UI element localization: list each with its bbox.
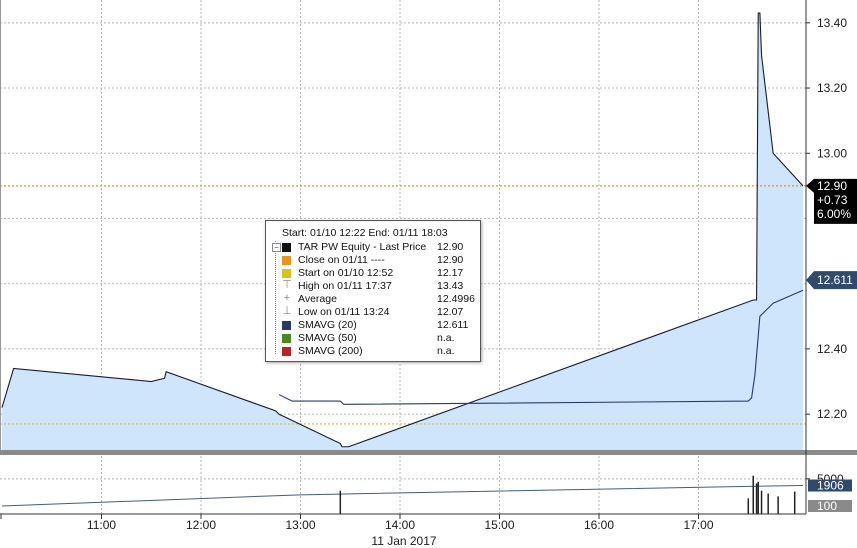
legend-item-label: Start on 01/10 12:52 xyxy=(298,267,394,279)
legend-item-label: SMAVG (20) xyxy=(298,319,357,331)
legend-item-label: High on 01/11 17:37 xyxy=(298,280,392,292)
legend-item-value: 12.90 xyxy=(437,241,464,253)
legend-item[interactable]: Close on 01/11 ---- 12.90 xyxy=(270,254,474,267)
legend-swatch-icon xyxy=(282,243,291,252)
legend-item-value: 12.4996 xyxy=(437,293,475,305)
legend-item-value: 12.07 xyxy=(437,306,464,318)
legend-item[interactable]: ⊤ High on 01/11 17:37 13.43 xyxy=(270,279,474,293)
price-tags: 12.90+0.736.00% 12.611 xyxy=(806,178,857,290)
legend-swatch-icon xyxy=(282,334,291,343)
x-tick-label: 11:00 xyxy=(87,518,116,532)
price-change-label: 6.00% xyxy=(817,207,851,221)
volume-average-line xyxy=(1,485,804,507)
y-tick-label: 13.40 xyxy=(817,16,847,30)
legend-item[interactable]: Start on 01/10 12:52 12.17 xyxy=(270,267,474,280)
legend-item-label: Average xyxy=(298,293,337,305)
legend-swatch-icon xyxy=(282,269,291,278)
legend-swatch-icon xyxy=(282,347,291,356)
legend-item-value: 12.90 xyxy=(437,254,464,266)
legend-item-label: Low on 01/11 13:24 xyxy=(298,306,390,318)
y-tick-label: 13.20 xyxy=(817,81,847,95)
legend-marker-icon: ⊤ xyxy=(282,279,292,291)
x-tick-label: 13:00 xyxy=(285,518,315,532)
legend-box[interactable]: Start: 01/10 12:22 End: 01/11 18:03 − TAR… xyxy=(265,220,481,362)
volume-tag-label: 100 xyxy=(817,499,837,513)
x-tick-label: 15:00 xyxy=(484,518,514,532)
legend-marker-icon: ⊥ xyxy=(282,305,292,317)
legend-item[interactable]: ⊥ Low on 01/11 13:24 12.07 xyxy=(270,305,474,319)
legend-item[interactable]: SMAVG (200) n.a. xyxy=(270,345,474,358)
volume-panel xyxy=(1,475,804,514)
legend-item-value: 12.17 xyxy=(437,267,464,279)
legend-swatch-icon xyxy=(282,321,291,330)
legend-marker-icon: + xyxy=(283,292,291,304)
date-label: 11 Jan 2017 xyxy=(371,534,436,548)
x-tick-label: 12:00 xyxy=(186,518,216,532)
y-tick-label: 12.20 xyxy=(817,407,847,421)
legend-item[interactable]: + Average 12.4996 xyxy=(270,292,475,306)
x-tick-label: 14:00 xyxy=(385,518,415,532)
legend-item-value: n.a. xyxy=(437,345,455,357)
legend-item-label: TAR PW Equity - Last Price xyxy=(298,241,427,253)
legend-range: Start: 01/10 12:22 End: 01/11 18:03 xyxy=(282,227,448,239)
smavg-tag-label: 12.611 xyxy=(817,273,853,287)
panel-separator xyxy=(0,450,857,455)
volume-tag-label: 1906 xyxy=(817,479,844,493)
legend-item-value: n.a. xyxy=(437,332,455,344)
legend-item-label: SMAVG (200) xyxy=(298,345,363,357)
legend-item[interactable]: − TAR PW Equity - Last Price 12.90 xyxy=(270,241,474,254)
legend-item-label: Close on 01/11 ---- xyxy=(298,254,385,266)
legend-item-value: 12.611 xyxy=(437,319,469,331)
y-tick-label: 12.40 xyxy=(817,342,847,356)
legend-swatch-icon xyxy=(282,256,291,265)
x-tick-label: 16:00 xyxy=(584,518,614,532)
legend-item[interactable]: SMAVG (50) n.a. xyxy=(270,332,474,345)
legend-item[interactable]: SMAVG (20) 12.611 xyxy=(270,319,474,332)
legend-item-label: SMAVG (50) xyxy=(298,332,357,344)
collapse-icon[interactable]: − xyxy=(272,243,281,252)
last-price-label: 12.90 xyxy=(817,179,847,193)
y-tick-label: 13.00 xyxy=(817,146,847,160)
x-tick-label: 17:00 xyxy=(684,518,714,532)
legend-item-value: 13.43 xyxy=(437,280,464,292)
price-change-label: +0.73 xyxy=(817,193,848,207)
